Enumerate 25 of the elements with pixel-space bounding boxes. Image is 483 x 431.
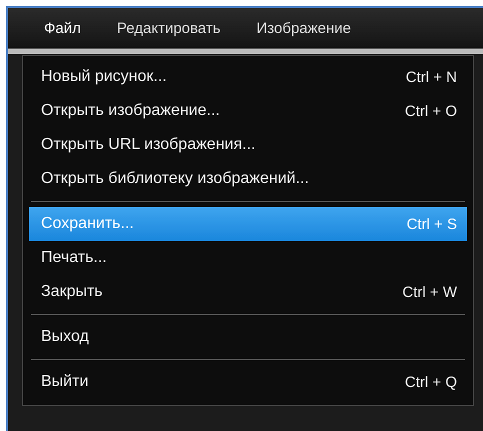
menu-item-label: Открыть библиотеку изображений... (41, 170, 309, 188)
menu-item[interactable]: Закрыть Ctrl + W (29, 275, 467, 309)
menu-item-label: Выход (41, 328, 89, 346)
menu-item[interactable]: Открыть изображение... Ctrl + O (29, 94, 467, 128)
menu-item[interactable]: Выход (29, 320, 467, 354)
shortcut-label: Ctrl + W (402, 284, 457, 300)
menu-item-label: Открыть URL изображения... (41, 136, 256, 154)
menu-item[interactable]: Печать... (29, 241, 467, 275)
menu-item[interactable]: Открыть URL изображения... (29, 128, 467, 162)
shortcut-label: Ctrl + Q (404, 374, 457, 390)
menu-item-label: Выйти (41, 373, 88, 391)
menu-item-label: Печать... (41, 249, 107, 267)
menu-item-label: Закрыть (41, 283, 103, 301)
menu-bar-item[interactable]: Файл (30, 14, 95, 42)
shortcut-label: Ctrl + O (404, 102, 457, 120)
menu-bar-item[interactable]: Редактировать (102, 14, 235, 42)
menu-item-label: Сохранить... (41, 215, 134, 233)
menu-item[interactable]: Открыть библиотеку изображений... (29, 162, 467, 196)
menu-bar-item[interactable]: Изображение (242, 14, 366, 42)
shortcut-label: Ctrl + S (406, 216, 457, 232)
menu-item[interactable]: Новый рисунок... Ctrl + N (29, 60, 467, 94)
menu-item[interactable]: Выйти Ctrl + Q (29, 365, 467, 399)
menu-item-label: Открыть изображение... (41, 102, 220, 120)
menu-item-label: Новый рисунок... (41, 68, 167, 86)
shortcut-label: Ctrl + N (406, 68, 457, 86)
